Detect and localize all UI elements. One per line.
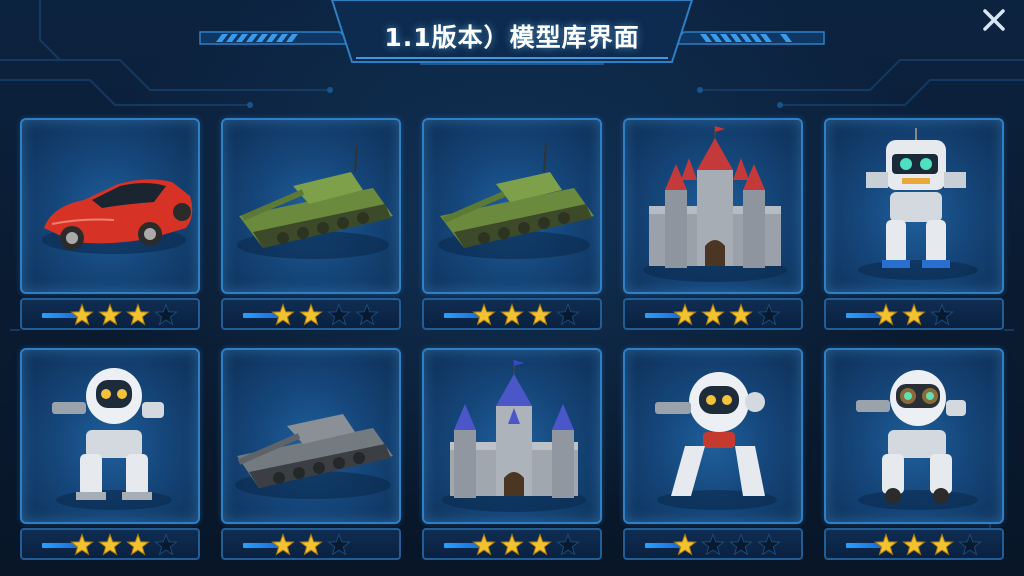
star-filled-icon (299, 303, 323, 326)
model-thumbnail (623, 348, 803, 524)
robot-icon (52, 368, 172, 510)
star-empty-icon (327, 533, 351, 556)
star-filled-icon (528, 303, 552, 326)
star-empty-icon (958, 533, 982, 556)
star-empty-icon (556, 533, 580, 556)
star-filled-icon (299, 533, 323, 556)
model-thumbnail (221, 118, 401, 294)
star-filled-icon (70, 303, 94, 326)
robot-icon (655, 372, 777, 510)
rating-bar (221, 298, 401, 330)
model-thumbnail (20, 348, 200, 524)
star-filled-icon (673, 303, 697, 326)
star-rating (673, 303, 803, 327)
star-filled-icon (729, 303, 753, 326)
star-empty-icon (757, 533, 781, 556)
tank-icon (237, 145, 393, 259)
rating-bar (422, 298, 602, 330)
star-filled-icon (528, 533, 552, 556)
star-filled-icon (98, 303, 122, 326)
robot-icon (858, 128, 978, 280)
star-filled-icon (902, 303, 926, 326)
model-thumbnail (422, 348, 602, 524)
star-filled-icon (500, 303, 524, 326)
model-thumbnail (824, 118, 1004, 294)
rating-bar (824, 528, 1004, 560)
star-filled-icon (472, 303, 496, 326)
rating-bar (20, 528, 200, 560)
model-thumbnail (20, 118, 200, 294)
star-filled-icon (902, 533, 926, 556)
star-filled-icon (701, 303, 725, 326)
model-card[interactable] (824, 118, 1004, 331)
page-title: 1.1版本）模型库界面 (384, 23, 640, 52)
model-card[interactable] (221, 118, 401, 331)
star-filled-icon (874, 533, 898, 556)
star-filled-icon (70, 533, 94, 556)
star-filled-icon (673, 533, 697, 556)
tank-icon (235, 414, 393, 499)
star-empty-icon (757, 303, 781, 326)
sports-car-icon (42, 179, 193, 254)
castle-icon (643, 126, 787, 282)
star-empty-icon (154, 533, 178, 556)
star-filled-icon (271, 533, 295, 556)
rating-bar (20, 298, 200, 330)
model-grid (20, 118, 1004, 564)
star-empty-icon (930, 303, 954, 326)
model-card[interactable] (623, 348, 803, 561)
star-rating (70, 303, 200, 327)
star-empty-icon (355, 303, 379, 326)
star-empty-icon (327, 303, 351, 326)
castle-icon (442, 360, 586, 512)
model-library-screen: 1.1版本）模型库界面 (0, 0, 1024, 576)
star-rating (472, 303, 602, 327)
star-filled-icon (126, 533, 150, 556)
star-filled-icon (930, 533, 954, 556)
model-card[interactable] (422, 348, 602, 561)
model-thumbnail (422, 118, 602, 294)
model-card[interactable] (824, 348, 1004, 561)
star-empty-icon (154, 303, 178, 326)
star-rating (472, 533, 602, 557)
close-icon (983, 9, 1005, 31)
star-empty-icon (729, 533, 753, 556)
header: 1.1版本）模型库界面 (0, 0, 1024, 90)
model-thumbnail (623, 118, 803, 294)
star-rating (874, 533, 1004, 557)
star-filled-icon (126, 303, 150, 326)
rating-bar (623, 528, 803, 560)
star-filled-icon (271, 303, 295, 326)
rating-bar (623, 298, 803, 330)
star-empty-icon (701, 533, 725, 556)
star-rating (874, 303, 1004, 327)
tank-icon (438, 143, 594, 259)
star-rating (271, 533, 401, 557)
model-thumbnail (221, 348, 401, 524)
star-filled-icon (500, 533, 524, 556)
star-rating (271, 303, 401, 327)
star-rating (673, 533, 803, 557)
model-card[interactable] (20, 348, 200, 561)
model-card[interactable] (20, 118, 200, 331)
rating-bar (422, 528, 602, 560)
rating-bar (824, 298, 1004, 330)
model-card[interactable] (623, 118, 803, 331)
model-thumbnail (824, 348, 1004, 524)
close-button[interactable] (976, 2, 1012, 38)
star-filled-icon (98, 533, 122, 556)
star-filled-icon (472, 533, 496, 556)
robot-icon (856, 370, 978, 510)
star-empty-icon (556, 303, 580, 326)
model-card[interactable] (422, 118, 602, 331)
rating-bar (221, 528, 401, 560)
model-card[interactable] (221, 348, 401, 561)
star-rating (70, 533, 200, 557)
star-filled-icon (874, 303, 898, 326)
